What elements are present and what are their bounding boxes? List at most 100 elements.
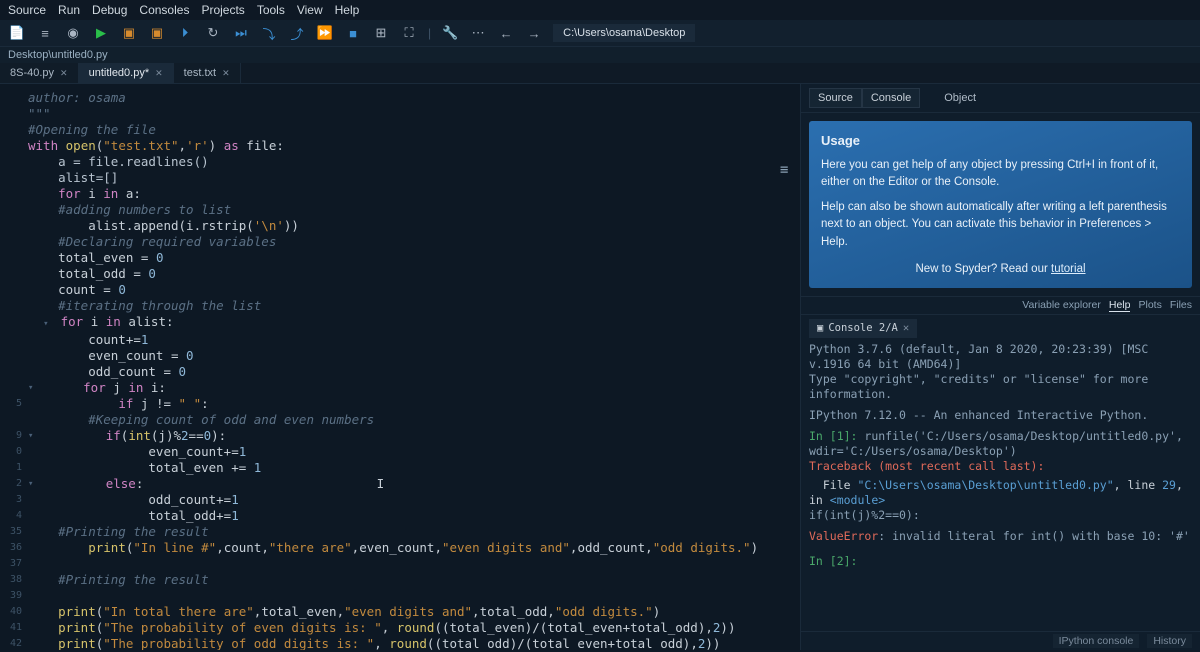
python-path-icon[interactable]: ⋯ bbox=[469, 24, 487, 42]
object-label: Object bbox=[944, 92, 976, 104]
code-line: count+=1 bbox=[28, 332, 148, 348]
code-line: even_count+=1 bbox=[28, 444, 246, 460]
code-line: #Printing the result bbox=[28, 524, 209, 540]
tab-files[interactable]: Files bbox=[1170, 299, 1192, 312]
code-line: author: osama bbox=[28, 90, 126, 106]
menu-help[interactable]: Help bbox=[335, 3, 360, 17]
close-icon[interactable]: ✕ bbox=[222, 68, 230, 79]
help-usage-box: Usage Here you can get help of any objec… bbox=[809, 121, 1192, 288]
code-line: total_even = 0 bbox=[28, 250, 163, 266]
code-line: odd_count+=1 bbox=[28, 492, 239, 508]
breadcrumb: Desktop\untitled0.py bbox=[0, 47, 1200, 63]
console-line: IPython 7.12.0 -- An enhanced Interactiv… bbox=[809, 408, 1192, 423]
code-line: even_count = 0 bbox=[28, 348, 194, 364]
code-line: print("In total there are",total_even,"e… bbox=[28, 604, 660, 620]
code-line: #Printing the result bbox=[28, 572, 209, 588]
code-line: if j != " ": bbox=[28, 396, 209, 412]
code-line: with open("test.txt",'r') as file: bbox=[28, 138, 284, 154]
console-line: Type "copyright", "credits" or "license"… bbox=[809, 372, 1192, 402]
menu-view[interactable]: View bbox=[297, 3, 323, 17]
close-icon[interactable]: ✕ bbox=[155, 68, 163, 79]
code-line: print("The probability of even digits is… bbox=[28, 620, 735, 636]
menu-run[interactable]: Run bbox=[58, 3, 80, 17]
code-line: ▾ for i in alist: bbox=[28, 314, 174, 332]
run-icon[interactable]: ▶ bbox=[92, 24, 110, 42]
help-tutorial: New to Spyder? Read our tutorial bbox=[821, 261, 1180, 278]
code-line: alist=[] bbox=[28, 170, 118, 186]
run-cell-next-icon[interactable]: ▣ bbox=[148, 24, 166, 42]
run-cell-icon[interactable]: ▣ bbox=[120, 24, 138, 42]
close-icon[interactable]: ✕ bbox=[903, 321, 909, 336]
console-line: if(int(j)%2==0): bbox=[809, 508, 1192, 523]
refresh-icon[interactable]: ↻ bbox=[204, 24, 222, 42]
code-line: print("In line #",count,"there are",even… bbox=[28, 540, 758, 556]
tab-label: 8S-40.py bbox=[10, 67, 54, 79]
console-line: File "C:\Users\osama\Desktop\untitled0.p… bbox=[809, 478, 1192, 508]
toolbar: 📄 ≡ ◉ ▶ ▣ ▣ ⏵ ↻ ⏭ ⤵ ⤴ ⏩ ■ ⊞ ⛶ | 🔧 ⋯ ← → … bbox=[0, 20, 1200, 47]
console-prompt[interactable]: In [2]: bbox=[809, 554, 1192, 569]
back-icon[interactable]: ← bbox=[497, 24, 515, 42]
code-line: odd_count = 0 bbox=[28, 364, 186, 380]
help-source-tab[interactable]: Source bbox=[809, 88, 862, 108]
code-line: alist.append(i.rstrip('\n')) bbox=[28, 218, 299, 234]
continue-icon[interactable]: ⏩ bbox=[316, 24, 334, 42]
tab-label: untitled0.py* bbox=[89, 67, 150, 79]
tab-file-2[interactable]: untitled0.py* ✕ bbox=[79, 63, 174, 83]
open-file-icon[interactable]: ≡ bbox=[36, 24, 54, 42]
tab-file-1[interactable]: 8S-40.py ✕ bbox=[0, 63, 79, 83]
code-line: #adding numbers to list bbox=[28, 202, 231, 218]
tab-label: test.txt bbox=[184, 67, 216, 79]
close-icon[interactable]: ✕ bbox=[60, 68, 68, 79]
code-line: """ bbox=[28, 106, 51, 122]
tab-plots[interactable]: Plots bbox=[1138, 299, 1161, 312]
step-out-icon[interactable]: ⤴ bbox=[288, 24, 306, 42]
tab-file-3[interactable]: test.txt ✕ bbox=[174, 63, 241, 83]
step-over-icon[interactable]: ⏭ bbox=[232, 24, 250, 42]
console-line: ValueError: invalid literal for int() wi… bbox=[809, 529, 1192, 544]
code-line: for j in i: bbox=[38, 380, 166, 396]
console-icon: ▣ bbox=[817, 321, 823, 336]
wrench-icon[interactable]: 🔧 bbox=[441, 24, 459, 42]
console-tab-label: Console 2/A bbox=[828, 321, 898, 336]
menu-consoles[interactable]: Consoles bbox=[139, 3, 189, 17]
debug-icon[interactable]: ⏵ bbox=[176, 24, 194, 42]
menu-projects[interactable]: Projects bbox=[201, 3, 244, 17]
maximize-icon[interactable]: ⛶ bbox=[400, 24, 418, 42]
code-line: print("The probability of odd digits is:… bbox=[28, 636, 720, 650]
tab-ipython[interactable]: IPython console bbox=[1053, 634, 1140, 648]
tab-history[interactable]: History bbox=[1147, 634, 1192, 648]
help-text: Here you can get help of any object by p… bbox=[821, 157, 1180, 192]
options-icon[interactable]: ≡ bbox=[780, 162, 788, 178]
menu-source[interactable]: Source bbox=[8, 3, 46, 17]
code-line: a = file.readlines() bbox=[28, 154, 209, 170]
code-line: #Keeping count of odd and even numbers bbox=[28, 412, 374, 428]
console-tab[interactable]: ▣ Console 2/A ✕ bbox=[809, 319, 917, 338]
help-toolbar: Source Console Object bbox=[801, 84, 1200, 113]
working-dir[interactable]: C:\Users\osama\Desktop bbox=[553, 24, 695, 42]
stop-icon[interactable]: ■ bbox=[344, 24, 362, 42]
code-line: else: I bbox=[38, 476, 384, 492]
console-line: Traceback (most recent call last): bbox=[809, 459, 1192, 474]
record-icon[interactable]: ◉ bbox=[64, 24, 82, 42]
console-bottom-tabs: IPython console History bbox=[801, 631, 1200, 650]
tutorial-link[interactable]: tutorial bbox=[1051, 263, 1086, 275]
editor-tabs: 8S-40.py ✕ untitled0.py* ✕ test.txt ✕ bbox=[0, 63, 1200, 84]
menu-tools[interactable]: Tools bbox=[257, 3, 285, 17]
code-editor[interactable]: ≡ author: osama """ #Opening the file wi… bbox=[0, 84, 800, 650]
menu-debug[interactable]: Debug bbox=[92, 3, 127, 17]
code-line: #Declaring required variables bbox=[28, 234, 276, 250]
help-console-tab[interactable]: Console bbox=[862, 88, 920, 108]
code-line: total_odd+=1 bbox=[28, 508, 239, 524]
code-line: count = 0 bbox=[28, 282, 126, 298]
tab-help[interactable]: Help bbox=[1109, 299, 1131, 312]
step-into-icon[interactable]: ⤵ bbox=[260, 24, 278, 42]
code-line: #iterating through the list bbox=[28, 298, 261, 314]
new-file-icon[interactable]: 📄 bbox=[8, 24, 26, 42]
right-pane-tabs: Variable explorer Help Plots Files bbox=[801, 296, 1200, 315]
ipython-console[interactable]: ▣ Console 2/A ✕ Python 3.7.6 (default, J… bbox=[801, 315, 1200, 631]
code-line: for i in a: bbox=[28, 186, 141, 202]
layout-icon[interactable]: ⊞ bbox=[372, 24, 390, 42]
tab-variable-explorer[interactable]: Variable explorer bbox=[1022, 299, 1101, 312]
forward-icon[interactable]: → bbox=[525, 24, 543, 42]
help-text: Help can also be shown automatically aft… bbox=[821, 199, 1180, 251]
